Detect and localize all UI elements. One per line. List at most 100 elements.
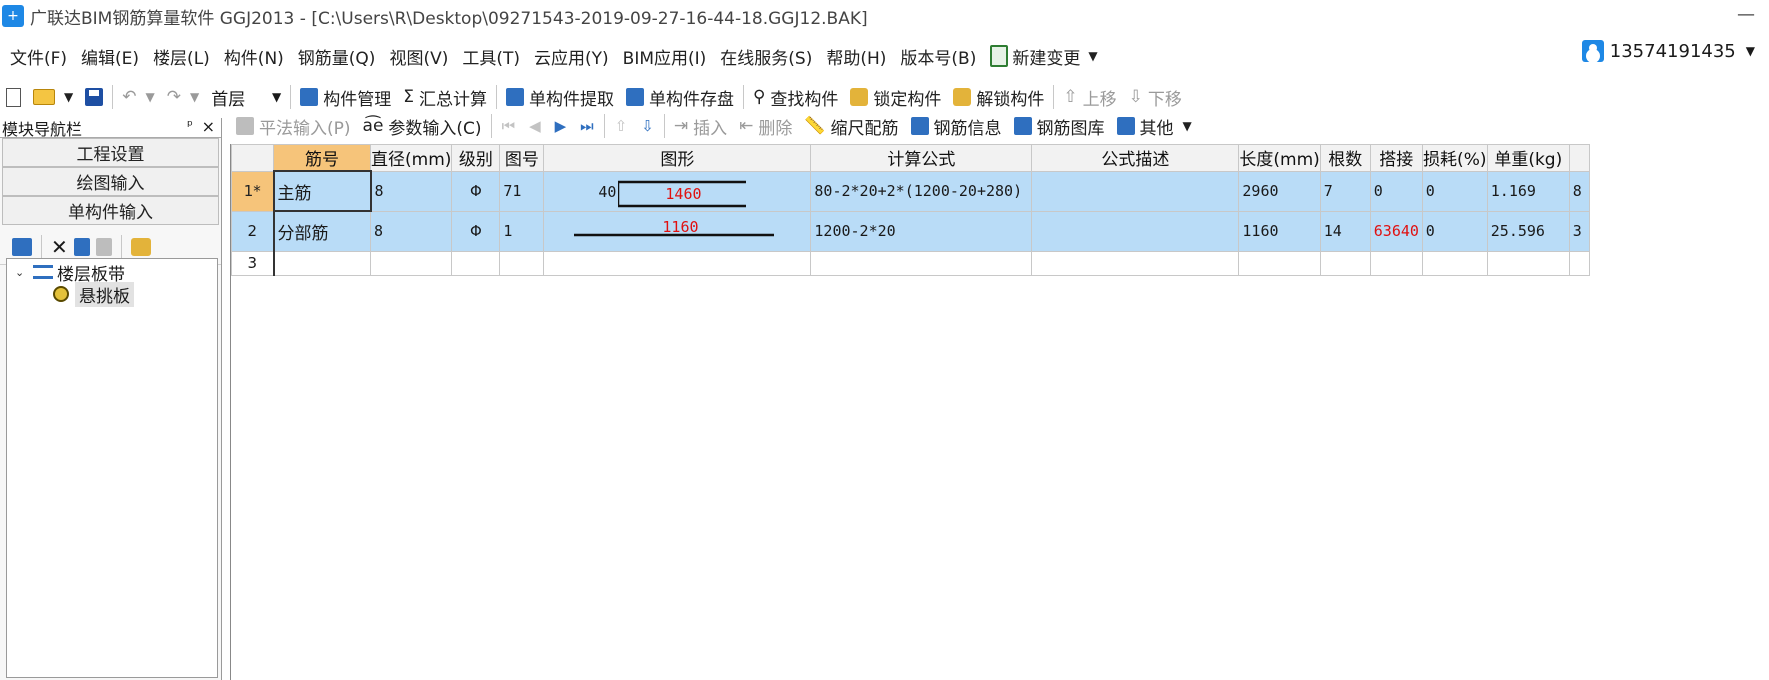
header-figure-no[interactable]: 图号 (499, 144, 545, 172)
header-grade[interactable]: 级别 (451, 144, 501, 172)
redo-button[interactable]: ↷ ▼ (161, 87, 205, 107)
cell-count[interactable] (1319, 250, 1371, 276)
cell-unit-weight[interactable]: 25.596 (1486, 210, 1570, 252)
cell-formula-desc[interactable] (1031, 250, 1240, 276)
next-record-icon[interactable]: ▶ (548, 117, 574, 135)
insert-button[interactable]: ⇥ 插入 (668, 114, 733, 139)
header-length[interactable]: 长度(mm) (1238, 144, 1321, 172)
rebar-library-button[interactable]: 钢筋图库 (1008, 114, 1111, 139)
cell-count[interactable]: 7 (1319, 170, 1371, 212)
first-record-icon[interactable]: ⏮ (495, 117, 523, 135)
unlock-component-button[interactable]: 解锁构件 (947, 85, 1050, 110)
chevron-down-icon[interactable]: ⌄ (15, 266, 29, 279)
nav-tab-single-component-input[interactable]: 单构件输入 (2, 196, 219, 225)
menu-online-service[interactable]: 在线服务(S) (713, 44, 819, 69)
lock-component-button[interactable]: 锁定构件 (844, 85, 947, 110)
cell-more[interactable]: 8 (1568, 170, 1590, 212)
arrow-down-icon[interactable]: ⇩ (634, 117, 661, 135)
arrow-up-icon[interactable]: ⇧ (608, 117, 635, 135)
cell-bar-name[interactable]: 主筋 (272, 170, 372, 212)
nav-tab-drawing-input[interactable]: 绘图输入 (2, 167, 219, 196)
menu-floor[interactable]: 楼层(L) (146, 44, 217, 69)
cell-shape[interactable]: 1160 (543, 210, 812, 252)
cell-shape[interactable] (543, 250, 812, 276)
menu-edit[interactable]: 编辑(E) (74, 44, 146, 69)
component-list-icon[interactable] (12, 237, 32, 256)
header-unit-weight[interactable]: 单重(kg) (1486, 144, 1570, 172)
nav-tab-project-settings[interactable]: 工程设置 (2, 138, 219, 167)
table-row[interactable]: 1* 主筋 8 Φ 71 40 1460 80-2*20+2*(1200-20+… (231, 170, 1590, 212)
cell-length[interactable]: 2960 (1238, 170, 1321, 212)
delete-icon[interactable]: ✕ (51, 235, 68, 259)
row-number[interactable]: 2 (231, 210, 274, 252)
menu-version[interactable]: 版本号(B) (893, 44, 983, 69)
clipboard-icon[interactable] (130, 237, 151, 256)
scale-rebar-button[interactable]: 📏 缩尺配筋 (798, 114, 904, 139)
cell-formula[interactable]: 80-2*20+2*(1200-20+280) (810, 170, 1033, 212)
table-row[interactable]: 3 (231, 250, 1590, 276)
previous-record-icon[interactable]: ◀ (522, 117, 548, 135)
param-input-button[interactable]: a͡e 参数输入(C) (357, 114, 488, 139)
cell-diameter[interactable] (369, 250, 453, 276)
rebar-info-button[interactable]: 钢筋信息 (905, 114, 1008, 139)
cell-grade[interactable]: Φ (451, 170, 501, 212)
copy-icon[interactable] (73, 237, 90, 256)
cell-lap[interactable]: 63640 (1369, 210, 1423, 252)
header-lap[interactable]: 搭接 (1369, 144, 1423, 172)
header-diameter[interactable]: 直径(mm) (369, 144, 453, 172)
cell-diameter[interactable]: 8 (369, 170, 453, 212)
header-count[interactable]: 根数 (1319, 144, 1371, 172)
cell-formula[interactable] (810, 250, 1033, 276)
other-button[interactable]: 其他 ▼ (1111, 114, 1198, 139)
move-up-button[interactable]: ⇧ 上移 (1057, 85, 1122, 110)
table-row[interactable]: 2 分部筋 8 Φ 1 1160 1200-2*20 1160 14 63640… (231, 210, 1590, 252)
cell-figure-no[interactable]: 1 (499, 210, 545, 252)
cell-loss[interactable]: 0 (1421, 170, 1488, 212)
cell-more[interactable]: 3 (1568, 210, 1590, 252)
sum-calc-button[interactable]: Σ 汇总计算 (397, 85, 493, 110)
menu-component[interactable]: 构件(N) (217, 44, 291, 69)
single-extract-button[interactable]: 单构件提取 (500, 85, 620, 110)
tree-node-floor-band[interactable]: ⌄ 楼层板带 (7, 261, 217, 285)
cell-lap[interactable] (1369, 250, 1423, 276)
delete-button[interactable]: ⇤ 删除 (733, 114, 798, 139)
header-bar-no[interactable]: 筋号 (273, 144, 371, 172)
cell-figure-no[interactable]: 71 (499, 170, 545, 212)
component-manage-button[interactable]: 构件管理 (294, 85, 397, 110)
cell-lap[interactable]: 0 (1369, 170, 1423, 212)
menu-file[interactable]: 文件(F) (0, 44, 74, 69)
user-account[interactable]: 13574191435 ▼ (1581, 40, 1755, 62)
cell-shape[interactable]: 40 1460 (543, 170, 812, 212)
cell-length[interactable] (1238, 250, 1321, 276)
save-button[interactable] (79, 88, 109, 106)
cell-grade[interactable]: Φ (451, 210, 501, 252)
header-shape[interactable]: 图形 (543, 144, 812, 172)
cell-figure-no[interactable] (499, 250, 545, 276)
row-number[interactable]: 3 (231, 250, 274, 276)
last-record-icon[interactable]: ⏭ (573, 117, 601, 135)
cell-more[interactable] (1568, 250, 1590, 276)
cell-bar-name[interactable]: 分部筋 (272, 210, 371, 252)
cell-grade[interactable] (451, 250, 501, 276)
header-formula[interactable]: 计算公式 (810, 144, 1033, 172)
menu-cloud[interactable]: 云应用(Y) (527, 44, 616, 69)
minimize-button[interactable]: — (1737, 4, 1755, 25)
open-file-button[interactable]: ▼ (27, 89, 79, 105)
menu-bim[interactable]: BIM应用(I) (616, 44, 714, 69)
flat-input-button[interactable]: 平法输入(P) (230, 114, 357, 139)
cell-loss[interactable] (1421, 250, 1488, 276)
cell-formula[interactable]: 1200-2*20 (810, 210, 1033, 252)
menu-help[interactable]: 帮助(H) (819, 44, 893, 69)
cell-count[interactable]: 14 (1319, 210, 1371, 252)
cell-length[interactable]: 1160 (1238, 210, 1321, 252)
pin-icon[interactable]: ᵖ (187, 118, 193, 134)
undo-button[interactable]: ↶ ▼ (116, 87, 160, 107)
move-down-button[interactable]: ⇩ 下移 (1123, 85, 1188, 110)
floor-select[interactable]: 首层 ▼ (205, 83, 287, 111)
menu-tools[interactable]: 工具(T) (455, 44, 527, 69)
cell-unit-weight[interactable] (1486, 250, 1570, 276)
cell-unit-weight[interactable]: 1.169 (1486, 170, 1570, 212)
cell-formula-desc[interactable] (1031, 170, 1240, 212)
new-file-button[interactable] (0, 87, 27, 107)
single-save-button[interactable]: 单构件存盘 (620, 85, 740, 110)
